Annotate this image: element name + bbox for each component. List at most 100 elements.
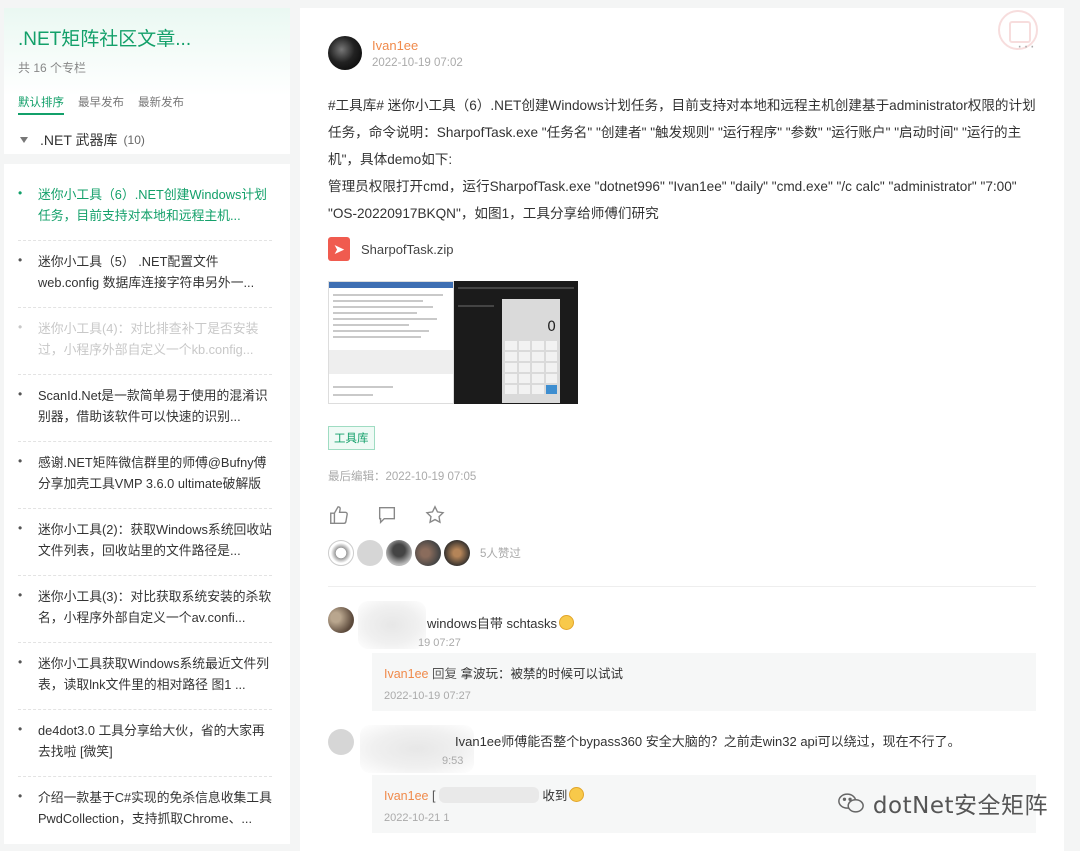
commenter-avatar[interactable] <box>328 607 354 633</box>
blurred-username <box>438 787 539 803</box>
article-title: 感谢.NET矩阵微信群里的师傅@Bufny傅分享加壳工具VMP 3.6.0 ul… <box>38 455 267 491</box>
post-actions <box>328 504 1036 526</box>
article-title: 迷你小工具获取Windows系统最近文件列表，读取lnk文件里的相对路径 图1 … <box>38 656 270 692</box>
more-options-icon[interactable]: ··· <box>1017 38 1036 56</box>
blurred-username <box>358 601 426 649</box>
article-title: 迷你小工具(2)：获取Windows系统回收站文件列表，回收站里的文件路径是..… <box>38 522 272 558</box>
article-title: 迷你小工具(4)：对比排查补丁是否安装过，小程序外部自定义一个kb.config… <box>38 321 259 357</box>
article-item[interactable]: • 介绍一款基于C#实现的免杀信息收集工具PwdCollection，支持抓取Ch… <box>18 777 272 844</box>
liker-list: 5人赞过 <box>328 540 1036 566</box>
bullet-icon: • <box>18 789 23 803</box>
post-images: 0 <box>328 281 1036 404</box>
category-label: .NET 武器库 <box>40 132 118 148</box>
article-item[interactable]: • 迷你小工具(3)：对比获取系统安装的杀软名，小程序外部自定义一个av.conf… <box>18 576 272 643</box>
reply-verb: 回复 <box>431 667 457 681</box>
reply-time: 2022-10-19 07:27 <box>384 690 471 702</box>
bullet-icon: • <box>18 387 23 401</box>
emoji-icon <box>569 787 585 802</box>
reply-text: ：被禁的时候可以试试 <box>497 667 623 681</box>
liker-avatar[interactable] <box>328 540 354 566</box>
screenshot-image[interactable]: 0 <box>454 281 578 404</box>
commenter-avatar[interactable] <box>328 729 354 755</box>
wechat-watermark: dotNet安全矩阵 <box>837 786 1048 820</box>
post-author: Ivan1ee 2022-10-19 07:02 <box>328 8 1036 70</box>
article-title: 迷你小工具(3)：对比获取系统安装的杀软名，小程序外部自定义一个av.confi… <box>38 589 272 625</box>
reply-prefix: [ <box>431 789 436 803</box>
sort-tabs: 默认排序 最早发布 最新发布 <box>18 94 276 115</box>
comment-time: 19 07:27 <box>418 637 461 649</box>
category-count: (10) <box>123 133 145 147</box>
article-title: 介绍一款基于C#实现的免杀信息收集工具PwdCollection，支持抓取Chr… <box>38 790 272 826</box>
bullet-icon: • <box>18 454 23 468</box>
article-item[interactable]: • ScanId.Net是一款简单易于使用的混淆识别器，借助该软件可以快速的识别.… <box>18 375 272 442</box>
wechat-icon <box>838 793 864 813</box>
comment-text: Ivan1ee师傅能否整个bypass360 安全大脑的？之前走win32 ap… <box>455 734 961 749</box>
bullet-icon: • <box>18 521 23 535</box>
topic-tag[interactable]: 工具库 <box>328 426 375 450</box>
comment-time: 9:53 <box>442 755 464 767</box>
bullet-icon: • <box>18 655 23 669</box>
attachment[interactable]: ➤ SharpofTask.zip <box>328 237 1036 261</box>
column-header: .NET矩阵社区文章... 共 16 个专栏 默认排序 最早发布 最新发布 .N… <box>4 8 290 154</box>
sort-earliest-tab[interactable]: 最早发布 <box>78 94 124 115</box>
article-item[interactable]: • 迷你小工具（5） .NET配置文件web.config 数据库连接字符串另外一… <box>18 241 272 308</box>
article-title: de4dot3.0 工具分享给大伙，省的大家再去找啦 [微笑] <box>38 723 265 759</box>
article-item[interactable]: • 感谢.NET矩阵微信群里的师傅@Bufny傅分享加壳工具VMP 3.6.0 u… <box>18 442 272 509</box>
article-list: • 迷你小工具（6）.NET创建Windows计划任务，目前支持对本地和远程主机.… <box>4 164 290 844</box>
calculator-display: 0 <box>547 319 556 335</box>
bullet-icon: • <box>18 320 23 334</box>
liker-avatar[interactable] <box>386 540 412 566</box>
reply-target[interactable]: 拿波玩 <box>460 667 498 681</box>
post-time: 2022-10-19 07:02 <box>372 56 463 69</box>
column-count: 共 16 个专栏 <box>18 61 87 75</box>
article-item[interactable]: • 迷你小工具（6）.NET创建Windows计划任务，目前支持对本地和远程主机.… <box>18 174 272 241</box>
article-title: 迷你小工具（6）.NET创建Windows计划任务，目前支持对本地和远程主机..… <box>38 187 267 223</box>
file-icon: ➤ <box>328 237 350 261</box>
post-paragraph: #工具库# 迷你小工具（6）.NET创建Windows计划任务，目前支持对本地和… <box>328 98 1036 167</box>
reply: Ivan1ee 回复 拿波玩：被禁的时候可以试试 2022-10-19 07:2… <box>372 653 1036 711</box>
comment: Ivan1ee师傅能否整个bypass360 安全大脑的？之前走win32 ap… <box>328 723 1036 775</box>
comment: windows自带 schtasks 19 07:27 <box>328 601 1036 653</box>
comment-icon[interactable] <box>376 504 398 526</box>
article-item[interactable]: • 迷你小工具获取Windows系统最近文件列表，读取lnk文件里的相对路径 图1… <box>18 643 272 710</box>
article-item[interactable]: • de4dot3.0 工具分享给大伙，省的大家再去找啦 [微笑] <box>18 710 272 777</box>
author-avatar[interactable] <box>328 36 362 70</box>
reply-line: Ivan1ee 回复 拿波玩：被禁的时候可以试试 <box>384 663 1024 682</box>
caret-down-icon <box>20 137 28 143</box>
column-sidebar: .NET矩阵社区文章... 共 16 个专栏 默认排序 最早发布 最新发布 .N… <box>4 8 290 844</box>
watermark-text: dotNet安全矩阵 <box>872 793 1048 819</box>
sort-latest-tab[interactable]: 最新发布 <box>138 94 184 115</box>
article-item[interactable]: • 迷你小工具(4)：对比排查补丁是否安装过，小程序外部自定义一个kb.confi… <box>18 308 272 375</box>
attachment-name: SharpofTask.zip <box>361 241 454 257</box>
category-toggle[interactable]: .NET 武器库 (10) <box>18 130 276 150</box>
post-body: #工具库# 迷你小工具（6）.NET创建Windows计划任务，目前支持对本地和… <box>328 92 1040 227</box>
reply-author[interactable]: Ivan1ee <box>384 667 428 681</box>
like-icon[interactable] <box>328 504 350 526</box>
post-panel: ··· Ivan1ee 2022-10-19 07:02 #工具库# 迷你小工具… <box>300 8 1064 851</box>
bullet-icon: • <box>18 722 23 736</box>
bullet-icon: • <box>18 186 23 200</box>
article-title: ScanId.Net是一款简单易于使用的混淆识别器，借助该软件可以快速的识别..… <box>38 388 268 424</box>
author-name[interactable]: Ivan1ee <box>372 38 463 53</box>
article-title: 迷你小工具（5） .NET配置文件web.config 数据库连接字符串另外一.… <box>38 254 255 290</box>
liker-avatar[interactable] <box>444 540 470 566</box>
reply-text: 收到 <box>542 789 568 803</box>
divider <box>328 586 1036 587</box>
liker-avatar[interactable] <box>357 540 383 566</box>
reply-author[interactable]: Ivan1ee <box>384 789 428 803</box>
like-count: 5人赞过 <box>480 548 521 560</box>
post-paragraph: 管理员权限打开cmd，运行SharpofTask.exe "dotnet996"… <box>328 179 1017 221</box>
bullet-icon: • <box>18 588 23 602</box>
star-icon[interactable] <box>424 504 446 526</box>
calculator-window: 0 <box>502 299 560 403</box>
author-meta: Ivan1ee 2022-10-19 07:02 <box>372 38 463 69</box>
screenshot-image[interactable] <box>328 281 454 404</box>
liker-avatar[interactable] <box>415 540 441 566</box>
comment-text: windows自带 schtasks <box>427 613 575 632</box>
column-title[interactable]: .NET矩阵社区文章... <box>18 24 276 51</box>
sort-default-tab[interactable]: 默认排序 <box>18 94 64 115</box>
last-edited: 最后编辑：2022-10-19 07:05 <box>328 471 477 483</box>
bullet-icon: • <box>18 253 23 267</box>
article-item[interactable]: • 迷你小工具(2)：获取Windows系统回收站文件列表，回收站里的文件路径是.… <box>18 509 272 576</box>
emoji-icon <box>559 615 575 630</box>
